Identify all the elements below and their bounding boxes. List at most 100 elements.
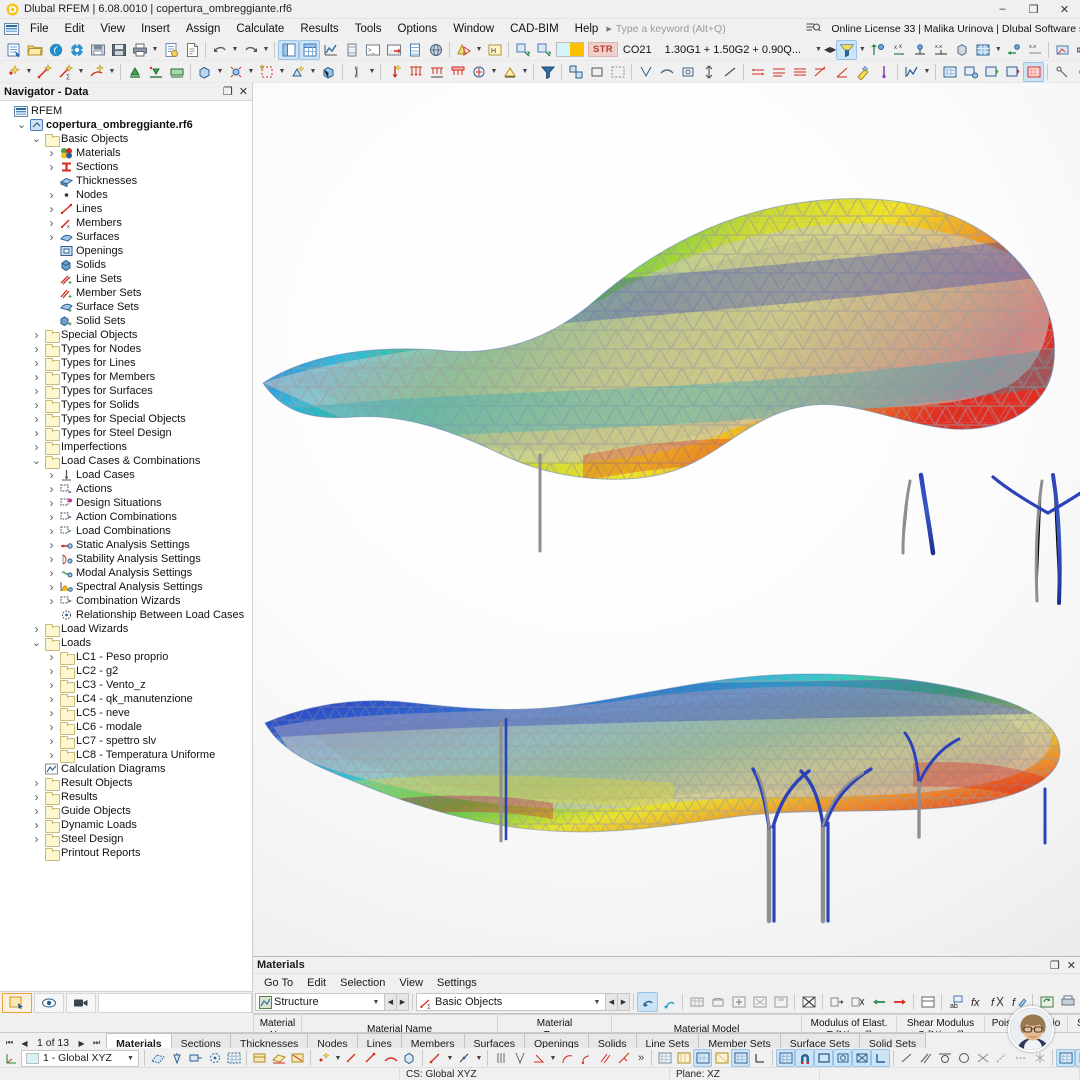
save-table-icon[interactable]	[770, 992, 791, 1012]
chevron-right-icon[interactable]: ›	[30, 384, 43, 398]
chevron-right-icon[interactable]: ›	[45, 748, 58, 762]
tree-item-design-situations[interactable]: › Design Situations	[0, 496, 252, 510]
navigator-undock-button[interactable]: ❐	[223, 85, 233, 98]
chevron-right-icon[interactable]: ›	[45, 188, 58, 202]
fe-mesh-toggle-icon[interactable]	[731, 1049, 751, 1067]
chevron-right-icon[interactable]: ›	[30, 832, 43, 846]
slope-guide-icon[interactable]	[529, 1049, 548, 1067]
print-icon[interactable]	[129, 40, 150, 60]
model-navigator-tab-icon[interactable]	[2, 992, 32, 1013]
formula-icon[interactable]: fx	[966, 992, 987, 1012]
filter-dropdown-icon[interactable]: ▼	[857, 40, 867, 60]
tree-item-result-objects[interactable]: › Result Objects	[0, 776, 252, 791]
generate-load-icon[interactable]	[499, 62, 520, 82]
close-button[interactable]: ✕	[1049, 0, 1080, 19]
tree-item-steel-design[interactable]: › Steel Design	[0, 832, 252, 847]
tree-item-special-objects[interactable]: › Special Objects	[0, 328, 252, 343]
tree-item-printout-reports[interactable]: Printout Reports	[0, 846, 252, 861]
tree-item-lc3-vento-z[interactable]: › LC3 - Vento_z	[0, 678, 252, 693]
surface-load-icon[interactable]	[447, 62, 468, 82]
menu-help[interactable]: Help	[567, 21, 607, 37]
materials-undock-button[interactable]: ❐	[1050, 959, 1060, 972]
menu-calculate[interactable]: Calculate	[228, 21, 292, 37]
arc-center-icon[interactable]	[577, 1049, 596, 1067]
object-group-selector[interactable]: ∑ Basic Objects ▼	[416, 993, 606, 1011]
midpoint-snap-dropdown-icon[interactable]: ▼	[474, 1048, 484, 1068]
pager-next-button[interactable]: ▶	[75, 1039, 88, 1048]
tree-item-load-cases-combinations[interactable]: ⌄ Load Cases & Combinations	[0, 454, 252, 469]
tree-item-static-analysis-settings[interactable]: › Static Analysis Settings	[0, 538, 252, 552]
trim-lines-icon[interactable]	[635, 62, 656, 82]
release-icon[interactable]	[225, 62, 246, 82]
structure-selector[interactable]: Structure ▼	[255, 993, 385, 1011]
mesh-display-icon[interactable]	[655, 1049, 674, 1067]
visibility-properties-icon[interactable]	[533, 40, 554, 60]
new-surface-quick-icon[interactable]	[381, 1049, 400, 1067]
materials-menu-go-to[interactable]: Go To	[257, 976, 300, 990]
menu-edit[interactable]: Edit	[57, 21, 93, 37]
chevron-right-icon[interactable]: ›	[30, 790, 43, 804]
perpendicular-guide-icon[interactable]	[615, 1049, 634, 1067]
box-select-icon[interactable]	[677, 62, 698, 82]
scale-icon[interactable]	[698, 62, 719, 82]
chevron-right-icon[interactable]: ›	[45, 510, 58, 524]
chevron-right-icon[interactable]: ›	[45, 482, 58, 496]
model-settings-icon[interactable]	[66, 40, 87, 60]
dimension-diagonal-icon[interactable]	[810, 62, 831, 82]
work-plane-toggle-icon[interactable]	[1075, 1049, 1080, 1067]
document-icon[interactable]	[181, 40, 202, 60]
chevron-right-icon[interactable]: ›	[45, 580, 58, 594]
globe-view-icon[interactable]	[425, 40, 446, 60]
vertical-guide-icon[interactable]	[491, 1049, 510, 1067]
save-as-icon[interactable]	[87, 40, 108, 60]
extension-snap-icon[interactable]	[992, 1049, 1011, 1067]
object-group-next-button[interactable]: ▶	[617, 993, 630, 1011]
tree-item-loads[interactable]: ⌄ Loads	[0, 636, 252, 651]
tree-item-lc8-temperatura-uniforme[interactable]: › LC8 - Temperatura Uniforme	[0, 748, 252, 763]
new-model-icon[interactable]	[3, 40, 24, 60]
tree-item-results[interactable]: › Results	[0, 790, 252, 805]
design-check-icon[interactable]	[1051, 62, 1072, 82]
render-mode-icon[interactable]	[453, 40, 474, 60]
chevron-right-icon[interactable]: ›	[45, 468, 58, 482]
calculate-selected-icon[interactable]	[1002, 62, 1023, 82]
save-icon[interactable]	[108, 40, 129, 60]
pager-last-button[interactable]: ⏭	[90, 1038, 103, 1048]
tree-item-action-combinations[interactable]: › Action Combinations	[0, 510, 252, 524]
solid-results-icon[interactable]	[951, 40, 972, 60]
new-node-dropdown-icon[interactable]: ▼	[24, 62, 34, 82]
print-dropdown-icon[interactable]: ▼	[150, 40, 160, 60]
menu-results[interactable]: Results	[292, 21, 346, 37]
pick-object-icon[interactable]	[658, 992, 679, 1012]
tree-item-types-for-lines[interactable]: › Types for Lines	[0, 356, 252, 371]
menu-insert[interactable]: Insert	[133, 21, 178, 37]
tree-item-load-combinations[interactable]: › Load Combinations	[0, 524, 252, 538]
line-results-icon[interactable]: x.x	[930, 40, 951, 60]
tree-item-nodes[interactable]: › Nodes	[0, 188, 252, 202]
member-forces-icon[interactable]	[1003, 40, 1024, 60]
chevron-right-icon[interactable]: ›	[30, 426, 43, 440]
move-right-icon[interactable]	[889, 992, 910, 1012]
chevron-right-icon[interactable]: ›	[30, 356, 43, 370]
chevron-right-icon[interactable]: ›	[45, 216, 58, 230]
nodal-support-icon[interactable]	[124, 62, 145, 82]
generate-load-dropdown-icon[interactable]: ▼	[520, 62, 530, 82]
member-load-icon[interactable]	[426, 62, 447, 82]
grid-settings-icon[interactable]	[749, 992, 770, 1012]
tree-item-lc5-neve[interactable]: › LC5 - neve	[0, 706, 252, 721]
coordinate-system-selector[interactable]: 1 - Global XYZ ▼	[21, 1049, 139, 1067]
insert-row-icon[interactable]	[686, 992, 707, 1012]
menu-assign[interactable]: Assign	[178, 21, 229, 37]
magnet-snap-icon[interactable]	[795, 1049, 815, 1067]
grid-snap-toggle-icon[interactable]	[1056, 1049, 1076, 1067]
split-view-icon[interactable]	[917, 992, 938, 1012]
render-mode-dropdown-icon[interactable]: ▼	[474, 40, 484, 60]
navigator-toggle-icon[interactable]	[278, 39, 299, 60]
point-snap-dropdown-icon[interactable]: ▼	[445, 1048, 455, 1068]
result-diagram-icon[interactable]	[1052, 40, 1073, 60]
annotation-icon[interactable]	[852, 62, 873, 82]
table-toggle-icon[interactable]	[299, 39, 320, 60]
chevron-down-icon[interactable]: ⌄	[30, 134, 43, 145]
chevron-right-icon[interactable]: ›	[45, 650, 58, 664]
menu-options[interactable]: Options	[390, 21, 446, 37]
